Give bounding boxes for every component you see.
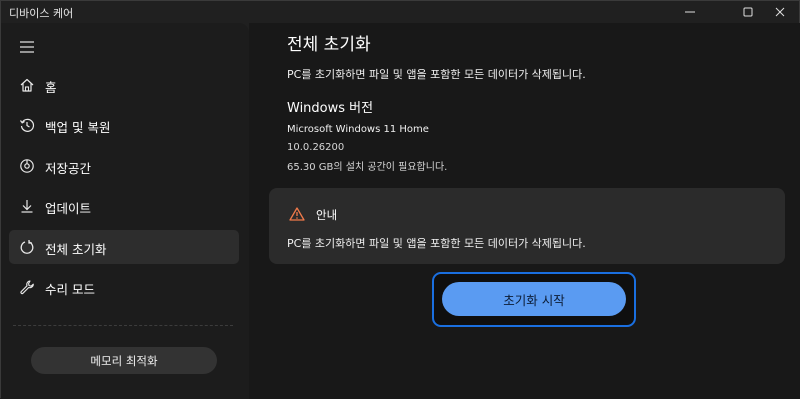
window-title: 디바이스 케어 xyxy=(9,7,74,20)
sidebar-item-label: 저장공간 xyxy=(45,161,92,176)
hamburger-icon xyxy=(20,41,34,53)
warning-icon xyxy=(289,206,305,221)
space-required: 65.30 GB의 설치 공간이 필요합니다. xyxy=(287,162,448,173)
close-button[interactable] xyxy=(758,1,800,23)
page-title: 전체 초기화 xyxy=(287,35,371,55)
app-window: 디바이스 케어 홈 백업 및 복원 저장공간 업데이트 전체 초기화 수리 모드… xyxy=(0,0,800,399)
menu-toggle-button[interactable] xyxy=(19,39,35,53)
reset-button-focus-ring: 초기화 시작 xyxy=(432,272,636,327)
memory-optimize-button[interactable]: 메모리 최적화 xyxy=(31,347,217,374)
minimize-icon xyxy=(685,11,695,13)
notice-card: 안내 PC를 초기화하면 파일 및 앱을 포함한 모든 데이터가 삭제됩니다. xyxy=(269,188,785,264)
sidebar-item-storage[interactable]: 저장공간 xyxy=(9,149,239,183)
os-version: 10.0.26200 xyxy=(287,142,345,153)
page-description: PC를 초기화하면 파일 및 앱을 포함한 모든 데이터가 삭제됩니다. xyxy=(287,68,586,81)
wrench-icon xyxy=(19,279,35,295)
home-icon xyxy=(19,77,35,93)
backup-restore-icon xyxy=(19,117,35,133)
reset-icon xyxy=(19,239,35,255)
main-content: 전체 초기화 PC를 초기화하면 파일 및 앱을 포함한 모든 데이터가 삭제됩… xyxy=(249,23,800,399)
download-icon xyxy=(19,198,35,214)
notice-body: PC를 초기화하면 파일 및 앱을 포함한 모든 데이터가 삭제됩니다. xyxy=(287,237,586,250)
sidebar-item-home[interactable]: 홈 xyxy=(9,68,239,102)
sidebar-item-backup[interactable]: 백업 및 복원 xyxy=(9,108,239,142)
title-bar: 디바이스 케어 xyxy=(1,1,800,23)
maximize-icon xyxy=(743,7,753,17)
sidebar-item-repair-mode[interactable]: 수리 모드 xyxy=(9,270,239,304)
sidebar-divider xyxy=(13,325,233,326)
sidebar: 홈 백업 및 복원 저장공간 업데이트 전체 초기화 수리 모드 메모리 최적화 xyxy=(1,23,249,399)
sidebar-item-label: 업데이트 xyxy=(45,201,92,216)
sidebar-item-label: 백업 및 복원 xyxy=(45,120,111,135)
sidebar-item-label: 전체 초기화 xyxy=(45,242,107,257)
os-name: Microsoft Windows 11 Home xyxy=(287,124,429,135)
notice-title: 안내 xyxy=(316,208,338,222)
sidebar-item-label: 홈 xyxy=(45,80,57,95)
sidebar-item-full-reset[interactable]: 전체 초기화 xyxy=(9,230,239,264)
storage-icon xyxy=(19,158,35,174)
start-reset-button[interactable]: 초기화 시작 xyxy=(442,282,626,316)
sidebar-item-label: 수리 모드 xyxy=(45,282,95,297)
close-icon xyxy=(775,7,785,17)
minimize-button[interactable] xyxy=(668,1,712,23)
sidebar-item-update[interactable]: 업데이트 xyxy=(9,189,239,223)
windows-version-heading: Windows 버전 xyxy=(287,101,374,116)
